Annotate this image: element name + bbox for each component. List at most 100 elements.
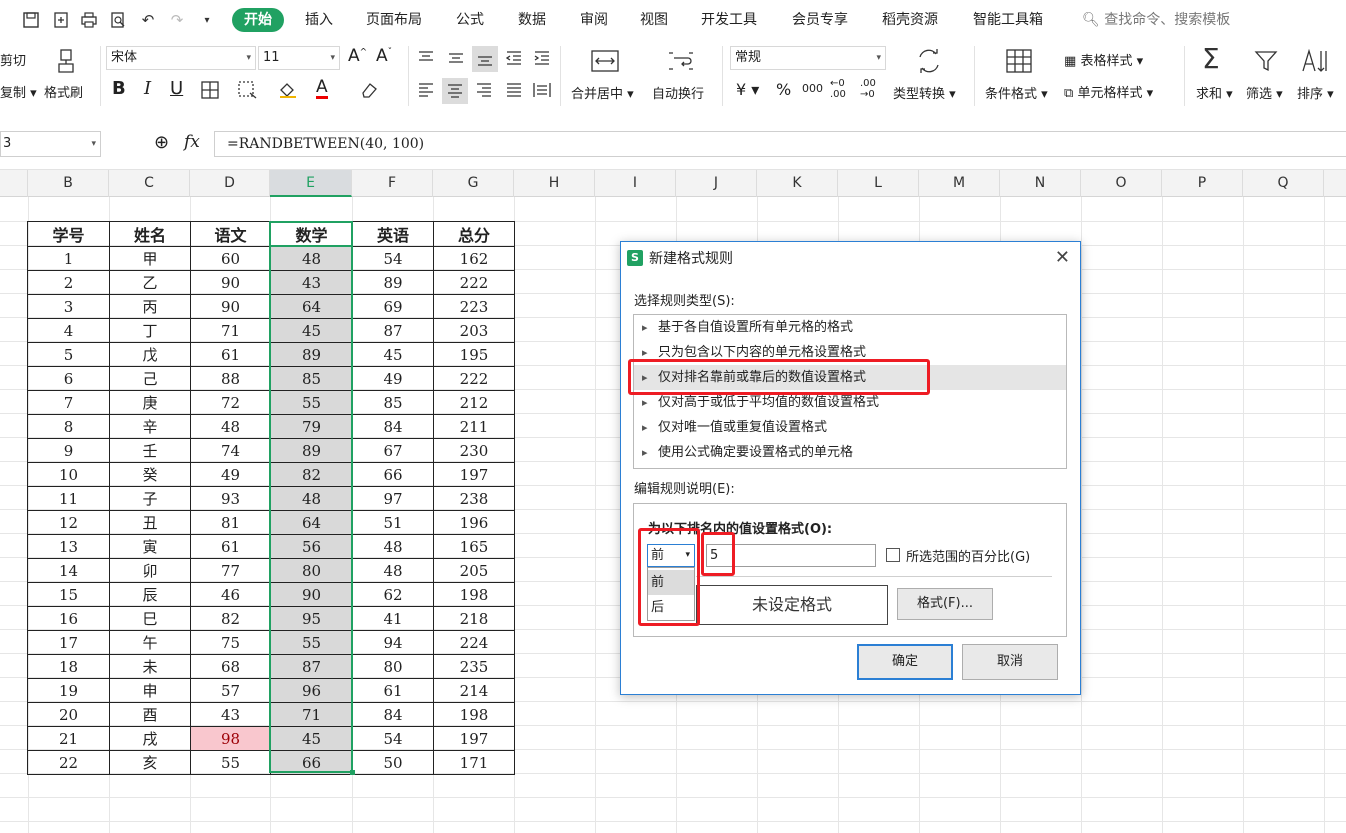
cell-name[interactable]: 卯 (109, 558, 191, 583)
cell-total[interactable]: 223 (433, 294, 515, 319)
header-name[interactable]: 姓名 (109, 221, 191, 247)
column-header-i[interactable]: I (595, 170, 676, 197)
cell-english[interactable]: 94 (352, 630, 434, 655)
align-left-icon[interactable] (414, 78, 438, 102)
cell-student-id[interactable]: 20 (27, 702, 110, 727)
cell-name[interactable]: 癸 (109, 462, 191, 487)
cell-math[interactable]: 48 (270, 246, 353, 271)
column-header-p[interactable]: P (1162, 170, 1243, 197)
wrap-text-button[interactable]: 自动换行 (652, 83, 704, 102)
italic-button[interactable]: I (144, 78, 151, 99)
cell-english[interactable]: 41 (352, 606, 434, 631)
merge-center-icon[interactable] (588, 46, 622, 76)
cell-english[interactable]: 89 (352, 270, 434, 295)
font-name-select[interactable]: 宋体 ▾ (106, 46, 256, 70)
cell-total[interactable]: 196 (433, 510, 515, 535)
cell-total[interactable]: 235 (433, 654, 515, 679)
cell-name[interactable]: 丁 (109, 318, 191, 343)
column-header-l[interactable]: L (838, 170, 919, 197)
column-header-g[interactable]: G (433, 170, 514, 197)
cell-english[interactable]: 87 (352, 318, 434, 343)
cell-student-id[interactable]: 14 (27, 558, 110, 583)
cell-student-id[interactable]: 1 (27, 246, 110, 271)
sum-icon[interactable]: Σ (1202, 42, 1220, 75)
tab-docer[interactable]: 稻壳资源 (882, 8, 938, 32)
cell-math[interactable]: 55 (270, 630, 353, 655)
redo-icon[interactable]: ↷ (166, 9, 188, 31)
cell-chinese[interactable]: 49 (190, 462, 271, 487)
cell-english[interactable]: 49 (352, 366, 434, 391)
increase-decimal-button[interactable]: ←0 .00 (830, 78, 852, 100)
cell-student-id[interactable]: 12 (27, 510, 110, 535)
cell-total[interactable]: 214 (433, 678, 515, 703)
cell-name[interactable]: 己 (109, 366, 191, 391)
column-header-m[interactable]: M (919, 170, 1000, 197)
table-style-button[interactable]: ▦ 表格样式 ▾ (1064, 50, 1143, 69)
cell-english[interactable]: 62 (352, 582, 434, 607)
header-total[interactable]: 总分 (433, 221, 515, 247)
cell-english[interactable]: 48 (352, 534, 434, 559)
column-header-q[interactable]: Q (1243, 170, 1324, 197)
save-icon[interactable] (20, 9, 42, 31)
cell-student-id[interactable]: 3 (27, 294, 110, 319)
cell-chinese[interactable]: 98 (190, 726, 271, 751)
rule-type-item[interactable]: 只为包含以下内容的单元格设置格式 (634, 340, 1066, 365)
cell-math[interactable]: 45 (270, 318, 353, 343)
align-center-icon[interactable] (442, 78, 468, 104)
cell-student-id[interactable]: 11 (27, 486, 110, 511)
cell-english[interactable]: 54 (352, 246, 434, 271)
format-painter-button[interactable]: 格式刷 (44, 82, 83, 101)
rank-number-input[interactable]: 5 (706, 544, 876, 567)
tab-start[interactable]: 开始 (232, 8, 284, 32)
cell-chinese[interactable]: 93 (190, 486, 271, 511)
cell-style-button[interactable]: ⧉ 单元格样式 ▾ (1064, 82, 1153, 101)
column-header-b[interactable]: B (28, 170, 109, 197)
cell-student-id[interactable]: 13 (27, 534, 110, 559)
cell-student-id[interactable]: 16 (27, 606, 110, 631)
cell-name[interactable]: 乙 (109, 270, 191, 295)
merge-center-button[interactable]: 合并居中 ▾ (571, 83, 634, 102)
conditional-format-button[interactable]: 条件格式 ▾ (985, 83, 1048, 102)
column-header-n[interactable]: N (1000, 170, 1081, 197)
sort-button[interactable]: 排序 ▾ (1297, 83, 1334, 102)
cell-english[interactable]: 45 (352, 342, 434, 367)
cell-name[interactable]: 丑 (109, 510, 191, 535)
cell-english[interactable]: 85 (352, 390, 434, 415)
cell-name[interactable]: 辛 (109, 414, 191, 439)
tab-member[interactable]: 会员专享 (792, 8, 848, 32)
decrease-decimal-button[interactable]: .00 →0 (860, 78, 882, 100)
cell-name[interactable]: 戊 (109, 342, 191, 367)
cell-english[interactable]: 84 (352, 414, 434, 439)
type-convert-icon[interactable] (912, 46, 946, 76)
print-preview-icon[interactable] (107, 9, 129, 31)
align-bottom-icon[interactable] (472, 46, 498, 72)
cell-student-id[interactable]: 17 (27, 630, 110, 655)
increase-font-icon[interactable]: A^ (348, 46, 367, 66)
decrease-font-icon[interactable]: Aˇ (376, 46, 392, 66)
cell-total[interactable]: 218 (433, 606, 515, 631)
font-color-icon[interactable]: A (316, 78, 328, 99)
clear-format-icon[interactable] (352, 80, 386, 100)
filter-button[interactable]: 筛选 ▾ (1246, 83, 1283, 102)
cell-student-id[interactable]: 22 (27, 750, 110, 775)
cell-english[interactable]: 69 (352, 294, 434, 319)
number-format-select[interactable]: 常规 ▾ (730, 46, 886, 70)
cell-chinese[interactable]: 75 (190, 630, 271, 655)
cell-english[interactable]: 48 (352, 558, 434, 583)
cell-total[interactable]: 203 (433, 318, 515, 343)
top-bottom-select[interactable]: 前 ▾ (647, 544, 695, 567)
header-math[interactable]: 数学 (270, 221, 353, 247)
cell-student-id[interactable]: 8 (27, 414, 110, 439)
column-header-c[interactable]: C (109, 170, 190, 197)
cell-name[interactable]: 庚 (109, 390, 191, 415)
cell-chinese[interactable]: 74 (190, 438, 271, 463)
rule-type-list[interactable]: 基于各自值设置所有单元格的格式 只为包含以下内容的单元格设置格式 仅对排名靠前或… (633, 314, 1067, 469)
cell-student-id[interactable]: 21 (27, 726, 110, 751)
cell-total[interactable]: 171 (433, 750, 515, 775)
tab-developer[interactable]: 开发工具 (701, 8, 757, 32)
bold-button[interactable]: B (112, 78, 126, 99)
customize-quick-access-icon[interactable]: ▾ (196, 9, 218, 31)
cell-name[interactable]: 子 (109, 486, 191, 511)
cell-chinese[interactable]: 61 (190, 534, 271, 559)
dropdown-option-top[interactable]: 前 (648, 570, 694, 595)
